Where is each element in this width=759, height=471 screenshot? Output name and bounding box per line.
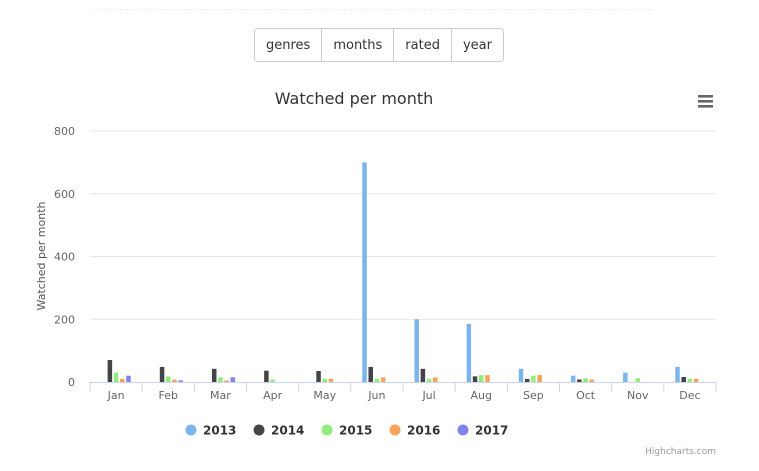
bar-2016-mar[interactable] [224, 380, 229, 382]
bar-2014-mar[interactable] [211, 368, 217, 382]
bar-2014-jun[interactable] [368, 366, 373, 382]
chart-canvas: Watched per month Watched per month 0 200… [35, 89, 717, 457]
bar-2015-may[interactable] [322, 378, 328, 382]
bar-2015-jun[interactable] [374, 378, 380, 382]
legend-symbol [457, 424, 469, 436]
legend-item-2015[interactable]: 2015 [321, 424, 373, 438]
x-tick-label: Oct [576, 389, 596, 402]
x-tick-label: Dec [679, 389, 700, 402]
chart-title: Watched per month [275, 89, 434, 108]
bar-2013-oct[interactable] [570, 375, 576, 382]
bars [107, 162, 699, 382]
bar-2015-nov[interactable] [635, 378, 641, 382]
bar-2014-sep[interactable] [524, 378, 530, 382]
x-tick-label: Aug [471, 389, 492, 402]
bar-2015-jul[interactable] [426, 378, 432, 382]
x-tick-label: Apr [263, 389, 283, 402]
bar-2017-mar[interactable] [230, 377, 236, 382]
gridlines [90, 130, 716, 320]
legend-label: 2016 [407, 424, 440, 438]
bar-2015-jan[interactable] [113, 372, 119, 382]
bar-2016-aug[interactable] [485, 375, 490, 382]
bar-2015-apr[interactable] [270, 379, 275, 382]
bar-2016-may[interactable] [328, 378, 334, 382]
x-tick-label: Jan [107, 389, 125, 402]
bar-2014-oct[interactable] [577, 379, 582, 382]
legend-item-2014[interactable]: 2014 [253, 424, 305, 438]
y-tick-label: 200 [54, 313, 75, 326]
y-axis-title: Watched per month [35, 201, 48, 310]
legend-symbol [185, 424, 197, 436]
x-tick-label: Nov [627, 389, 649, 402]
bar-2017-jan[interactable] [126, 375, 131, 382]
x-axis: Jan Feb Mar Apr May Jun Jul Aug Sep Oct Nov Dec [89, 382, 717, 402]
legend-symbol [389, 424, 401, 436]
bar-2016-jul[interactable] [433, 377, 438, 382]
highcharts-credit[interactable]: Highcharts.com [645, 447, 716, 457]
legend-item-2017[interactable]: 2017 [457, 424, 509, 438]
bar-2013-sep[interactable] [518, 368, 524, 382]
legend-symbol [321, 424, 333, 436]
bar-2014-jul[interactable] [420, 368, 426, 382]
bar-2015-mar[interactable] [218, 377, 223, 382]
x-tick-label: Sep [523, 389, 544, 402]
bar-2016-jan[interactable] [120, 378, 125, 382]
legend-symbol [253, 424, 265, 436]
bar-2013-aug[interactable] [466, 323, 472, 382]
bar-2015-aug[interactable] [479, 375, 484, 382]
x-tick-label: Feb [159, 389, 178, 402]
bar-2015-dec[interactable] [687, 378, 693, 382]
context-menu-icon[interactable] [696, 90, 716, 110]
bar-2016-oct[interactable] [589, 379, 595, 382]
bar-2015-sep[interactable] [531, 375, 536, 382]
y-tick-label: 600 [54, 188, 75, 201]
bar-2013-jun[interactable] [362, 162, 367, 382]
y-tick-label: 400 [54, 251, 75, 264]
y-axis-ticks: 0 200 400 600 800 [54, 125, 75, 389]
legend-label: 2014 [271, 424, 304, 438]
x-tick-label: May [313, 389, 336, 402]
y-tick-label: 800 [54, 125, 75, 138]
bar-2013-jul[interactable] [414, 319, 419, 382]
bar-2014-apr[interactable] [264, 370, 269, 382]
legend-item-2016[interactable]: 2016 [389, 424, 441, 438]
x-tick-label: Mar [210, 389, 231, 402]
legend-label: 2017 [475, 424, 508, 438]
bar-2015-feb[interactable] [166, 376, 171, 382]
bar-2014-may[interactable] [316, 371, 321, 382]
bar-2014-dec[interactable] [681, 376, 686, 382]
legend-label: 2013 [203, 424, 236, 438]
bar-2013-dec[interactable] [675, 366, 680, 382]
y-tick-label: 0 [68, 376, 75, 389]
legend: 2013 2014 2015 2016 2017 [185, 424, 509, 438]
bar-2015-oct[interactable] [583, 378, 588, 382]
x-tick-label: Jul [421, 389, 435, 402]
bar-2016-feb[interactable] [172, 379, 177, 382]
bar-2016-sep[interactable] [537, 375, 542, 382]
bar-2014-aug[interactable] [472, 376, 478, 382]
x-tick-label: Jun [367, 389, 385, 402]
bar-2017-feb[interactable] [178, 380, 183, 382]
bar-2016-dec[interactable] [693, 378, 699, 382]
bar-2013-nov[interactable] [623, 372, 628, 382]
bar-2014-jan[interactable] [107, 360, 113, 382]
bar-2014-feb[interactable] [159, 366, 165, 382]
legend-label: 2015 [339, 424, 372, 438]
legend-item-2013[interactable]: 2013 [185, 424, 237, 438]
bar-2016-jun[interactable] [380, 377, 386, 382]
